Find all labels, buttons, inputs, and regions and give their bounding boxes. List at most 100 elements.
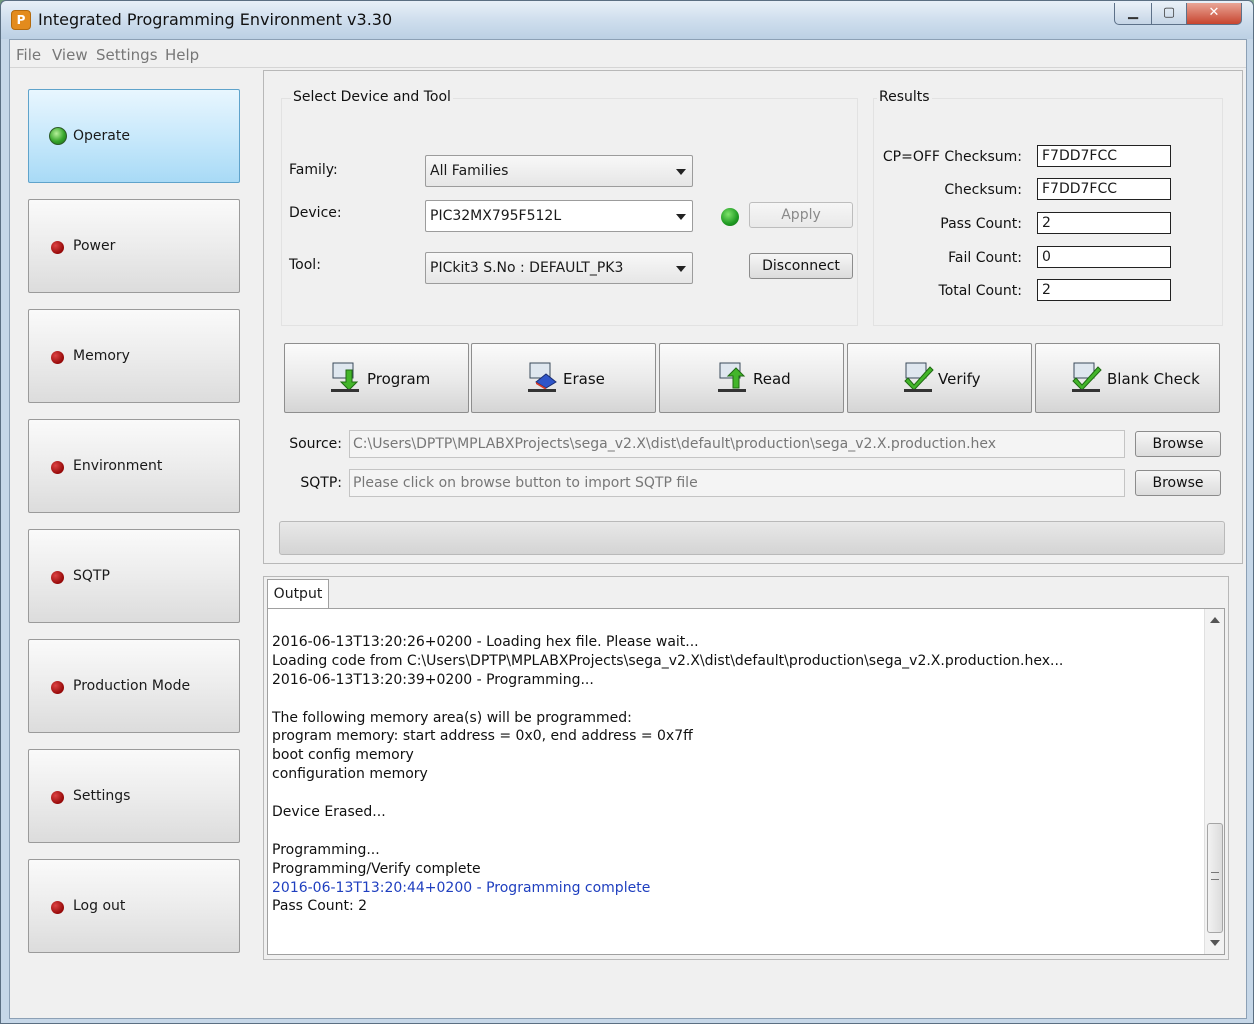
erase-button[interactable]: Erase	[471, 343, 656, 413]
nav-operate-label: Operate	[73, 128, 130, 144]
scroll-thumb[interactable]	[1207, 823, 1223, 933]
output-log[interactable]: 2016-06-13T13:20:26+0200 - Loading hex f…	[267, 608, 1225, 955]
device-label: Device:	[289, 205, 342, 221]
checksum-field: F7DD7FCC	[1037, 178, 1171, 200]
log-line: Programming...	[272, 841, 380, 858]
status-red-icon	[51, 571, 64, 584]
status-red-icon	[51, 461, 64, 474]
status-red-icon	[51, 681, 64, 694]
minimize-button[interactable]: ▁	[1114, 3, 1152, 25]
program-label: Program	[367, 370, 431, 388]
browse-source-button[interactable]: Browse	[1135, 431, 1221, 457]
status-red-icon	[51, 241, 64, 254]
log-line: Pass Count: 2	[272, 898, 368, 915]
pass-count-label: Pass Count:	[940, 216, 1022, 232]
output-scrollbar[interactable]	[1204, 609, 1224, 954]
nav-environment-button[interactable]: Environment	[28, 419, 240, 513]
cp-off-checksum-field: F7DD7FCC	[1037, 145, 1171, 167]
device-tool-group-title: Select Device and Tool	[291, 89, 453, 105]
erase-icon	[528, 362, 557, 392]
device-select[interactable]: PIC32MX795F512L	[425, 200, 693, 232]
status-red-icon	[51, 901, 64, 914]
cp-off-checksum-label: CP=OFF Checksum:	[882, 149, 1022, 165]
nav-operate-button[interactable]: Operate	[28, 89, 240, 183]
nav-production-mode-button[interactable]: Production Mode	[28, 639, 240, 733]
log-line: Device Erased...	[272, 804, 386, 821]
chevron-down-icon	[676, 214, 686, 220]
source-label: Source:	[289, 436, 342, 452]
sqtp-path-field[interactable]: Please click on browse button to import …	[349, 469, 1125, 497]
maximize-button[interactable]: ▢	[1151, 3, 1187, 25]
erase-label: Erase	[563, 370, 605, 388]
nav-logout-button[interactable]: Log out	[28, 859, 240, 953]
nav-sqtp-button[interactable]: SQTP	[28, 529, 240, 623]
nav-power-button[interactable]: Power	[28, 199, 240, 293]
family-select[interactable]: All Families	[425, 155, 693, 187]
app-logo-icon: P	[11, 10, 31, 30]
nav-logout-label: Log out	[73, 898, 126, 914]
nav-production-mode-label: Production Mode	[73, 678, 191, 694]
status-red-icon	[51, 351, 64, 364]
program-button[interactable]: Program	[284, 343, 469, 413]
fail-count-label: Fail Count:	[948, 250, 1022, 266]
log-line: 2016-06-13T13:20:39+0200 - Programming..…	[272, 671, 594, 688]
log-line: boot config memory	[272, 747, 414, 764]
output-panel: Output 2016-06-13T13:20:26+0200 - Loadin…	[263, 576, 1229, 960]
read-label: Read	[753, 370, 791, 388]
source-path-field[interactable]: C:\Users\DPTP\MPLABXProjects\sega_v2.X\d…	[349, 430, 1125, 458]
menu-view[interactable]: View	[52, 46, 88, 64]
log-line: configuration memory	[272, 766, 428, 783]
progress-bar	[279, 521, 1225, 555]
nav-memory-button[interactable]: Memory	[28, 309, 240, 403]
family-label: Family:	[289, 162, 338, 178]
blank-check-label: Blank Check	[1107, 370, 1200, 388]
verify-label: Verify	[938, 370, 981, 388]
title-bar[interactable]: P Integrated Programming Environment v3.…	[1, 1, 1253, 39]
chevron-down-icon	[676, 169, 686, 175]
blank-check-icon	[1072, 362, 1102, 392]
nav-environment-label: Environment	[73, 458, 163, 474]
device-status-icon	[721, 208, 739, 226]
tool-select[interactable]: PICkit3 S.No : DEFAULT_PK3	[425, 252, 693, 284]
close-button[interactable]: ✕	[1186, 3, 1242, 25]
menu-settings[interactable]: Settings	[96, 46, 158, 64]
scroll-down-icon[interactable]	[1210, 940, 1220, 946]
log-line: program memory: start address = 0x0, end…	[272, 728, 693, 745]
menu-bar: File View Settings Help	[10, 40, 1246, 68]
total-count-field: 2	[1037, 279, 1171, 301]
device-select-value: PIC32MX795F512L	[430, 208, 562, 224]
menu-help[interactable]: Help	[165, 46, 199, 64]
log-line: Programming/Verify complete	[272, 860, 481, 877]
results-group-title: Results	[877, 89, 932, 105]
browse-sqtp-button[interactable]: Browse	[1135, 470, 1221, 496]
log-lines: 2016-06-13T13:20:26+0200 - Loading hex f…	[272, 633, 1192, 916]
apply-button[interactable]: Apply	[749, 202, 853, 228]
app-window: P Integrated Programming Environment v3.…	[0, 0, 1254, 1024]
nav-settings-button[interactable]: Settings	[28, 749, 240, 843]
read-button[interactable]: Read	[659, 343, 844, 413]
disconnect-button[interactable]: Disconnect	[749, 253, 853, 279]
status-red-icon	[51, 791, 64, 804]
tab-output[interactable]: Output	[267, 579, 329, 609]
nav-settings-label: Settings	[73, 788, 131, 804]
verify-icon	[904, 362, 934, 392]
log-line: 2016-06-13T13:20:26+0200 - Loading hex f…	[272, 634, 699, 650]
nav-power-label: Power	[73, 238, 116, 254]
scroll-up-icon[interactable]	[1210, 617, 1220, 623]
menu-file[interactable]: File	[16, 46, 41, 64]
sqtp-label: SQTP:	[300, 475, 342, 491]
verify-button[interactable]: Verify	[847, 343, 1032, 413]
grip-icon	[1211, 872, 1219, 880]
chevron-down-icon	[676, 266, 686, 272]
nav-sqtp-label: SQTP	[73, 568, 110, 584]
log-line: The following memory area(s) will be pro…	[272, 709, 632, 726]
pass-count-field: 2	[1037, 212, 1171, 234]
blank-check-button[interactable]: Blank Check	[1035, 343, 1220, 413]
nav-memory-label: Memory	[73, 348, 130, 364]
operate-panel: Select Device and Tool Family: All Famil…	[263, 70, 1243, 564]
window-title: Integrated Programming Environment v3.30	[38, 10, 393, 29]
log-line: 2016-06-13T13:20:44+0200 - Programming c…	[272, 879, 651, 896]
fail-count-field: 0	[1037, 246, 1171, 268]
total-count-label: Total Count:	[938, 283, 1022, 299]
